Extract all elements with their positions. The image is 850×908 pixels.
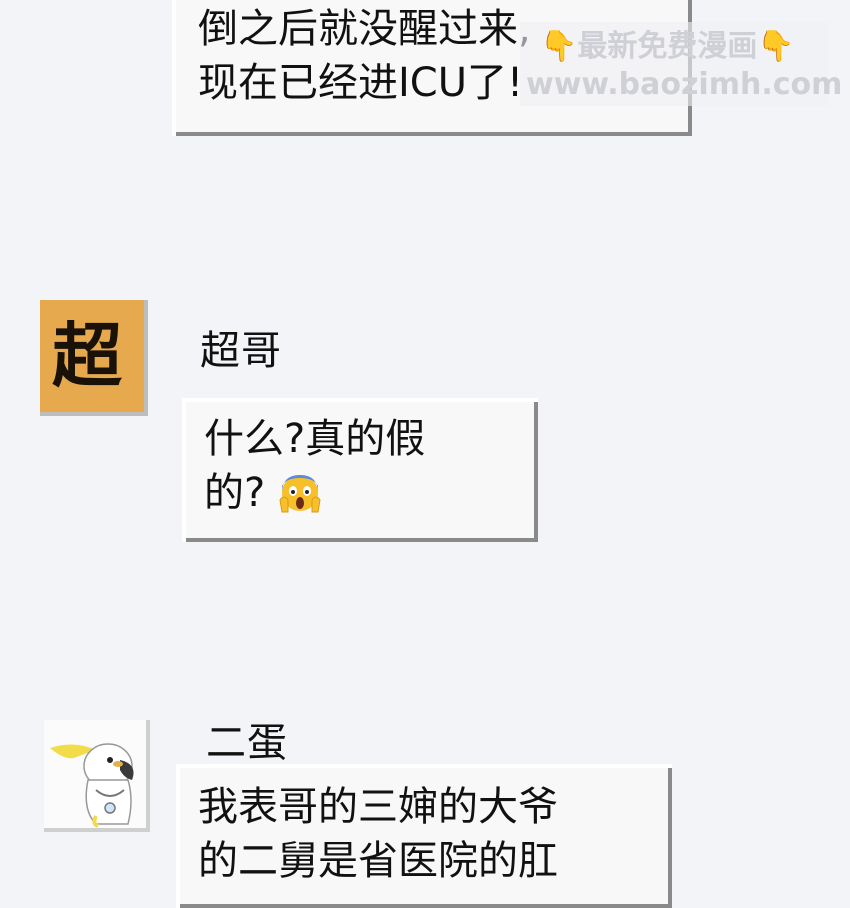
- message-line: 的二舅是省医院的肛: [198, 838, 558, 884]
- watermark: 👇最新免费漫画👇 www.baozimh.com: [520, 22, 842, 106]
- avatar-char: 超: [52, 314, 122, 397]
- watermark-line2: www.baozimh.com: [526, 67, 843, 102]
- message-bubble-2: 什么?真的假 的?: [182, 398, 538, 542]
- sender-name: 超哥: [200, 328, 282, 374]
- cockatoo-icon: [50, 743, 134, 828]
- watermark-line1: 最新免费漫画: [577, 29, 758, 64]
- pointing-down-hand-icon: 👇: [757, 29, 795, 64]
- message-line: 的?: [204, 466, 534, 520]
- avatar[interactable]: [44, 720, 150, 832]
- message-line: 我表哥的三婶的大爷: [198, 784, 558, 830]
- screaming-face-emoji: [279, 475, 321, 513]
- pointing-down-hand-icon: 👇: [540, 29, 578, 64]
- avatar[interactable]: 超: [40, 300, 148, 416]
- sender-name: 二蛋: [206, 720, 288, 766]
- message-line: 什么?真的假: [204, 416, 426, 462]
- message-bubble-3: 我表哥的三婶的大爷 的二舅是省医院的肛: [176, 764, 672, 908]
